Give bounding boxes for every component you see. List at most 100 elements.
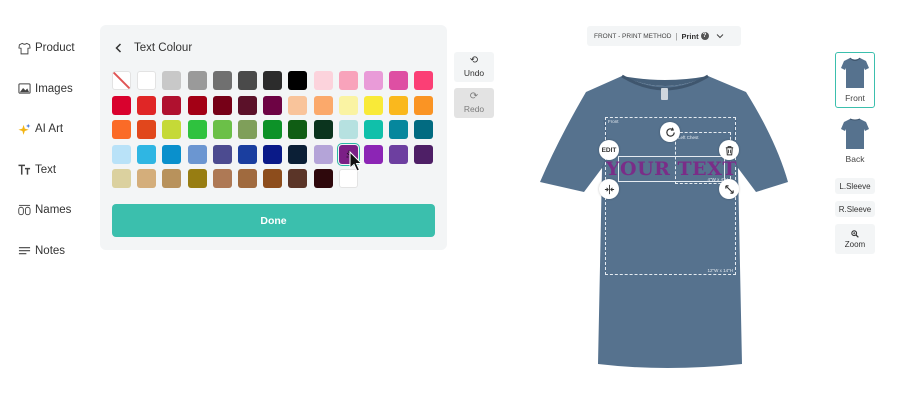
numbers-icon <box>18 204 31 217</box>
colour-swatch[interactable] <box>237 120 257 140</box>
colour-swatch[interactable] <box>162 71 182 90</box>
colour-swatch[interactable] <box>212 144 232 164</box>
text-colour-panel: Text Colour Done <box>100 25 447 250</box>
colour-swatch[interactable] <box>187 120 207 140</box>
redo-button[interactable]: ⟳ Redo <box>454 88 494 118</box>
colour-swatch[interactable] <box>363 95 383 115</box>
colour-swatch[interactable] <box>112 120 131 140</box>
nav-item-label: Product <box>35 42 75 55</box>
nav-item-label: Text <box>35 163 57 176</box>
colour-swatch[interactable] <box>288 169 308 189</box>
colour-swatch[interactable] <box>363 144 383 164</box>
colour-swatch[interactable] <box>288 95 308 115</box>
colour-swatch[interactable] <box>112 144 131 164</box>
colour-swatch[interactable] <box>137 71 157 90</box>
colour-swatch[interactable] <box>389 144 409 164</box>
nav-item-label: AI Art <box>35 123 64 136</box>
shirt-canvas: Front 12"W x 14"H Left Chest 4"W x 4"H Y… <box>530 60 800 380</box>
colour-swatch[interactable] <box>112 95 131 115</box>
image-icon <box>18 82 31 95</box>
colour-swatch[interactable] <box>313 95 333 115</box>
colour-swatch[interactable] <box>187 144 207 164</box>
colour-swatch[interactable] <box>288 120 308 140</box>
colour-swatch[interactable] <box>263 71 283 90</box>
view-front-button[interactable]: Front <box>835 52 875 108</box>
nav-item-label: Images <box>35 82 73 95</box>
nav-item-text[interactable]: Text <box>18 150 88 191</box>
colour-swatch[interactable] <box>288 144 308 164</box>
info-icon[interactable]: ? <box>700 32 709 40</box>
colour-swatch[interactable] <box>237 169 257 189</box>
colour-swatch[interactable] <box>414 120 434 140</box>
view-back-button[interactable]: Back <box>835 114 875 170</box>
print-area-label: Front <box>608 119 619 124</box>
design-text-object[interactable]: YOUR TEXT <box>606 156 737 182</box>
colour-swatch[interactable] <box>263 144 283 164</box>
back-shirt-thumbnail <box>841 118 869 149</box>
colour-swatch[interactable] <box>237 95 257 115</box>
delete-button[interactable] <box>719 140 739 160</box>
text-icon <box>18 163 31 176</box>
colour-swatch[interactable] <box>162 95 182 115</box>
colour-swatch[interactable] <box>313 120 333 140</box>
colour-swatch[interactable] <box>263 169 283 189</box>
colour-swatch[interactable] <box>137 120 157 140</box>
colour-swatch[interactable] <box>363 120 383 140</box>
nav-item-label: Notes <box>35 244 66 257</box>
colour-swatch[interactable] <box>187 169 207 189</box>
colour-swatch[interactable] <box>187 71 207 90</box>
nav-item-label: Names <box>35 204 72 217</box>
colour-swatch[interactable] <box>212 120 232 140</box>
nav-item-images[interactable]: Images <box>18 69 88 110</box>
swatch-no-colour[interactable] <box>112 71 131 90</box>
colour-swatch[interactable] <box>137 144 157 164</box>
colour-swatch[interactable] <box>313 71 333 90</box>
colour-swatch[interactable] <box>162 144 182 164</box>
nav-item-ai-art[interactable]: AI Art <box>18 109 88 150</box>
colour-swatch[interactable] <box>414 144 434 164</box>
colour-swatch[interactable] <box>313 169 333 189</box>
done-button[interactable]: Done <box>112 204 435 237</box>
colour-swatch[interactable] <box>389 71 409 90</box>
undo-button[interactable]: ⟲ Undo <box>454 52 494 82</box>
colour-swatch[interactable] <box>263 120 283 140</box>
resize-handle[interactable] <box>719 179 739 199</box>
lines-icon <box>18 244 31 257</box>
nav-item-notes[interactable]: Notes <box>18 231 88 272</box>
colour-swatch[interactable] <box>263 95 283 115</box>
colour-swatch[interactable] <box>338 95 358 115</box>
colour-swatch[interactable] <box>338 120 358 140</box>
colour-swatch[interactable] <box>162 169 182 189</box>
colour-swatch[interactable] <box>137 169 157 189</box>
colour-swatch[interactable] <box>363 71 383 90</box>
colour-swatch[interactable] <box>137 95 157 115</box>
colour-swatch[interactable] <box>212 169 232 189</box>
chevron-left-icon[interactable] <box>112 41 126 55</box>
nav-item-names[interactable]: Names <box>18 190 88 231</box>
colour-swatch[interactable] <box>112 169 131 189</box>
colour-swatch[interactable] <box>389 120 409 140</box>
colour-swatch[interactable] <box>288 71 308 90</box>
panel-title: Text Colour <box>134 42 193 54</box>
view-right-sleeve-button[interactable]: R.Sleeve <box>835 201 875 217</box>
colour-swatch[interactable] <box>338 71 358 90</box>
view-left-sleeve-button[interactable]: L.Sleeve <box>835 178 875 194</box>
print-method-dropdown[interactable]: FRONT - PRINT METHOD | Print ? <box>587 26 741 46</box>
colour-swatch[interactable] <box>313 144 333 164</box>
colour-swatch[interactable] <box>162 120 182 140</box>
rotate-handle[interactable] <box>660 122 680 142</box>
nav-item-product[interactable]: Product <box>18 28 88 69</box>
edit-button[interactable]: EDIT <box>599 140 619 160</box>
colour-swatch[interactable] <box>237 71 257 90</box>
colour-swatch[interactable] <box>237 144 257 164</box>
colour-swatch[interactable] <box>212 71 232 90</box>
colour-swatch[interactable] <box>212 95 232 115</box>
colour-swatch[interactable] <box>414 71 434 90</box>
zoom-label: Zoom <box>844 239 866 249</box>
print-method-prefix: FRONT - PRINT METHOD <box>594 32 672 40</box>
flip-handle[interactable] <box>599 179 619 199</box>
colour-swatch[interactable] <box>389 95 409 115</box>
colour-swatch[interactable] <box>414 95 434 115</box>
zoom-button[interactable]: Zoom <box>835 224 875 254</box>
colour-swatch[interactable] <box>187 95 207 115</box>
